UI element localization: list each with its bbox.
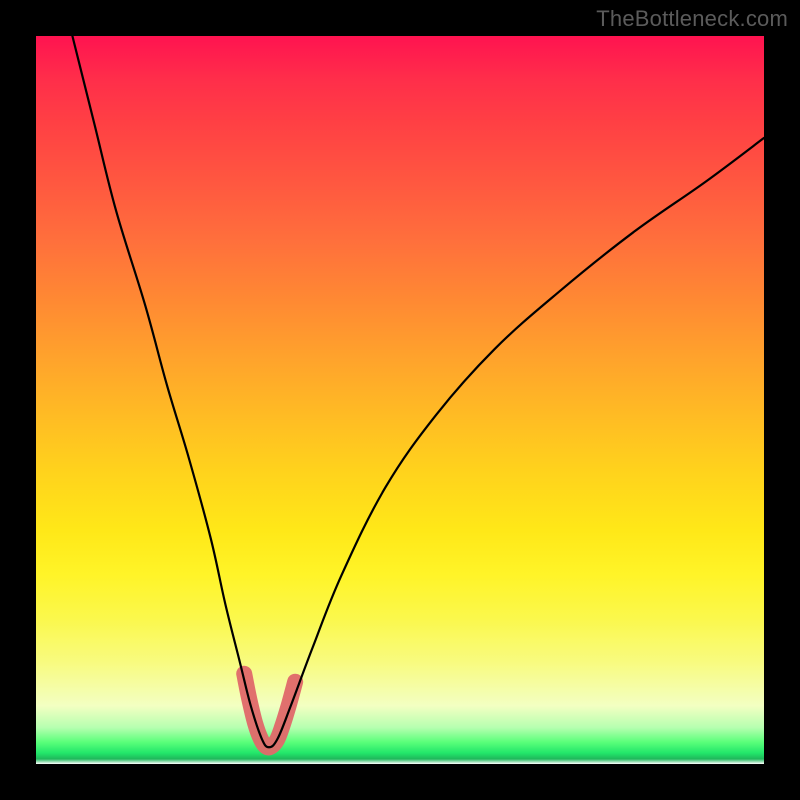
- watermark-label: TheBottleneck.com: [596, 6, 788, 32]
- plot-area: [36, 36, 764, 764]
- chart-frame: TheBottleneck.com: [0, 0, 800, 800]
